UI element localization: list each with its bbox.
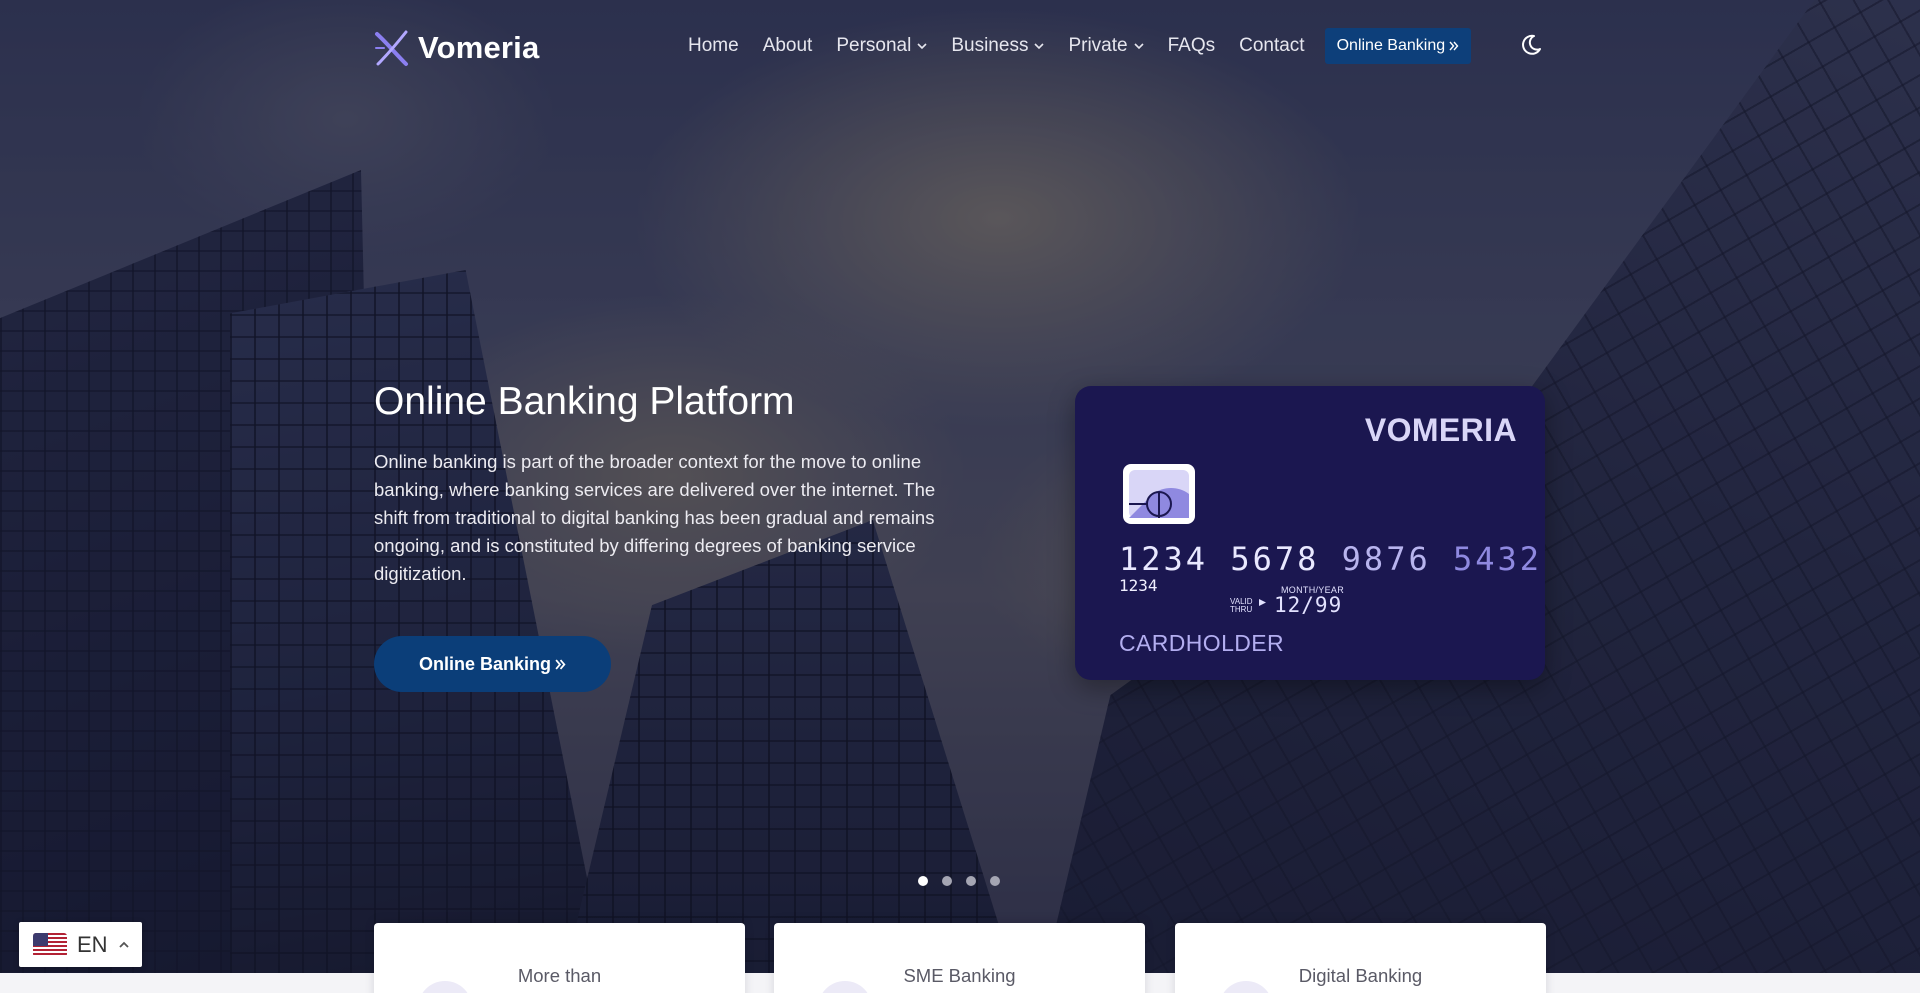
hero-title: Online Banking Platform [374,380,795,423]
nav-item-faqs[interactable]: FAQs [1168,35,1216,57]
online-banking-hero-button[interactable]: Online Banking [374,636,611,692]
hero-button-label: Online Banking [418,653,551,674]
arrow-right-icon [1259,599,1266,606]
nav-item-label: About [762,35,813,56]
site-header: Vomeria Home About Personal Business Pri… [0,0,1920,92]
moon-icon[interactable] [1518,32,1544,58]
card-number-group: 1234 [1119,540,1209,578]
language-code: EN [77,931,108,957]
card-brand: VOMERIA [1364,412,1517,448]
carousel-dots [918,876,1000,886]
chevron-down-icon [1034,43,1045,50]
service-card[interactable]: SME Banking [774,923,1145,993]
nav-item-business[interactable]: Business [951,35,1045,57]
card-holder: CARDHOLDER [1119,630,1285,656]
nav-cta-label: Online Banking [1336,37,1446,54]
card-number: 1234 5678 9876 5432 [1119,540,1542,578]
carousel-dot[interactable] [918,876,928,886]
brand-link[interactable]: Vomeria [374,28,539,68]
service-card-label: Digital Banking [1298,965,1423,986]
service-card-label: More than [517,965,602,986]
credit-card-illustration: VOMERIA 1234 5678 9876 5432 1234 VALID T… [1075,386,1545,680]
card-chip-icon [1123,464,1195,524]
nav-item-label: Contact [1239,35,1305,56]
service-card[interactable]: Digital Banking [1175,923,1546,993]
nav-item-about[interactable]: About [763,35,813,57]
nav-item-contact[interactable]: Contact [1239,35,1304,57]
chevron-down-icon [1134,43,1144,50]
nav-item-label: Private [1068,35,1128,56]
card-expiry: 12/99 [1274,593,1343,617]
nav-item-private[interactable]: Private [1068,35,1144,57]
valid-thru-line: THRU [1230,605,1253,614]
card-number-group: 5678 [1230,540,1320,578]
carousel-dot[interactable] [966,876,976,886]
hero-overlay [0,0,1920,993]
main-nav: Home About Personal Business Private FAQ… [688,26,1472,66]
nav-item-label: Personal [836,35,912,56]
double-chevron-right-icon [555,659,566,669]
nav-item-personal[interactable]: Personal [836,35,927,57]
vomeria-logo-icon [375,30,408,66]
hero-background [0,0,1920,993]
double-chevron-right-icon [1449,41,1459,51]
carousel-dot[interactable] [942,876,952,886]
chevron-up-icon [118,941,129,948]
card-number-group: 5432 [1452,540,1543,578]
card-small-number: 1234 [1119,576,1158,595]
online-banking-nav-button[interactable]: Online Banking [1324,28,1472,64]
nav-item-label: FAQs [1167,35,1216,56]
nav-item-home[interactable]: Home [688,35,739,57]
chevron-down-icon [917,43,927,50]
hero-description: Online banking is part of the broader co… [374,451,936,584]
brand-name: Vomeria [418,30,540,65]
carousel-dot[interactable] [990,876,1000,886]
nav-item-label: Home [688,35,739,56]
service-card[interactable]: More than [374,923,745,993]
service-card-label: SME Banking [903,965,1016,986]
card-number-group: 9876 [1341,540,1431,578]
nav-item-label: Business [951,35,1029,56]
language-switcher[interactable]: EN [19,922,142,967]
us-flag-icon [33,932,67,957]
valid-thru-label: VALID THRU [1230,598,1253,614]
